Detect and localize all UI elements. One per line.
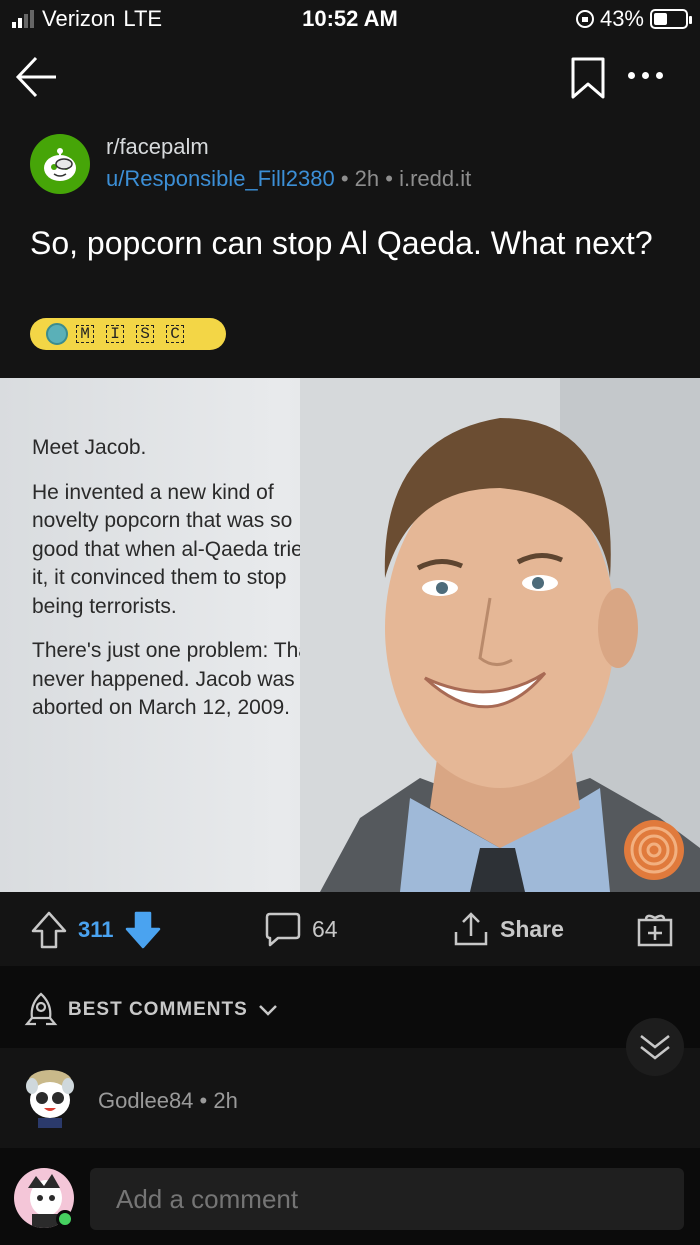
flair-letter: I <box>106 325 124 343</box>
back-arrow-icon[interactable] <box>14 54 60 100</box>
comments-button[interactable]: 64 <box>264 910 338 948</box>
subreddit-avatar[interactable] <box>30 134 90 194</box>
flair-letters: M I S C <box>76 325 184 343</box>
comment-input[interactable] <box>90 1168 684 1230</box>
sort-label: BEST COMMENTS <box>68 999 248 1020</box>
share-button[interactable]: Share <box>452 910 564 948</box>
post-info: r/facepalm u/Responsible_Fill2380 • 2h •… <box>106 134 471 192</box>
gift-award-icon <box>637 914 673 947</box>
top-nav <box>0 48 700 108</box>
comment-item[interactable]: Godlee84 • 2h <box>0 1052 700 1148</box>
comment-composer <box>0 1148 700 1245</box>
flair-emoji-icon <box>46 323 68 345</box>
vote-group: 311 <box>30 910 162 950</box>
image-caption-line: There's just one problem: That never hap… <box>32 639 316 719</box>
post-title[interactable]: So, popcorn can stop Al Qaeda. What next… <box>30 222 670 264</box>
flair-letter: S <box>136 325 154 343</box>
snoo-facepalm-icon <box>44 148 76 181</box>
comment-count: 64 <box>312 915 338 942</box>
share-label: Share <box>500 915 564 942</box>
rocket-icon <box>24 992 58 1026</box>
battery-percent: 43% <box>599 6 644 31</box>
meta-separator: • <box>199 1088 214 1113</box>
share-icon <box>454 912 488 946</box>
upvote-icon[interactable] <box>30 910 68 950</box>
comment-bubble-icon <box>265 912 301 947</box>
flair-letter: M <box>76 325 94 343</box>
watermark-swirl-icon <box>624 820 684 880</box>
subreddit-name[interactable]: r/facepalm <box>106 134 471 160</box>
image-caption-line: Meet Jacob. <box>32 436 147 459</box>
downvote-icon[interactable] <box>124 910 162 950</box>
award-button[interactable] <box>636 910 674 948</box>
post-flair[interactable]: M I S C <box>30 318 226 350</box>
meta-separator: • <box>385 166 400 191</box>
post-meta: u/Responsible_Fill2380 • 2h • i.redd.it <box>106 166 471 192</box>
post-image[interactable]: Meet Jacob. He invented a new kind of no… <box>0 378 700 892</box>
battery-icon <box>650 9 692 29</box>
chevron-down-icon <box>258 1005 277 1016</box>
post-domain[interactable]: i.redd.it <box>399 166 471 191</box>
vote-count: 311 <box>78 917 114 942</box>
user-avatar[interactable] <box>22 1064 78 1128</box>
image-caption: Meet Jacob. He invented a new kind of no… <box>32 434 332 739</box>
online-status-dot <box>56 1210 74 1228</box>
status-right: 43% <box>575 6 692 32</box>
double-chevron-down-icon <box>640 1035 670 1060</box>
rotation-lock-icon <box>575 10 594 28</box>
post-actions: 311 64 Share <box>0 892 700 966</box>
image-caption-line: He invented a new kind of novelty popcor… <box>32 480 315 618</box>
more-options-icon[interactable] <box>628 72 663 79</box>
status-bar: Verizon LTE 10:52 AM 43% <box>0 0 700 40</box>
meta-separator: • <box>340 166 355 191</box>
author-link[interactable]: u/Responsible_Fill2380 <box>106 166 335 191</box>
man-portrait-illustration <box>300 378 700 892</box>
comment-age: 2h <box>213 1088 238 1113</box>
scroll-down-button[interactable] <box>626 1018 684 1076</box>
comment-sort-button[interactable]: BEST COMMENTS <box>24 992 278 1028</box>
flair-letter: C <box>166 325 184 343</box>
post-age: 2h <box>354 166 380 191</box>
comment-meta: Godlee84 • 2h <box>98 1088 238 1114</box>
comment-username[interactable]: Godlee84 <box>98 1088 193 1113</box>
bookmark-icon[interactable] <box>570 56 606 100</box>
